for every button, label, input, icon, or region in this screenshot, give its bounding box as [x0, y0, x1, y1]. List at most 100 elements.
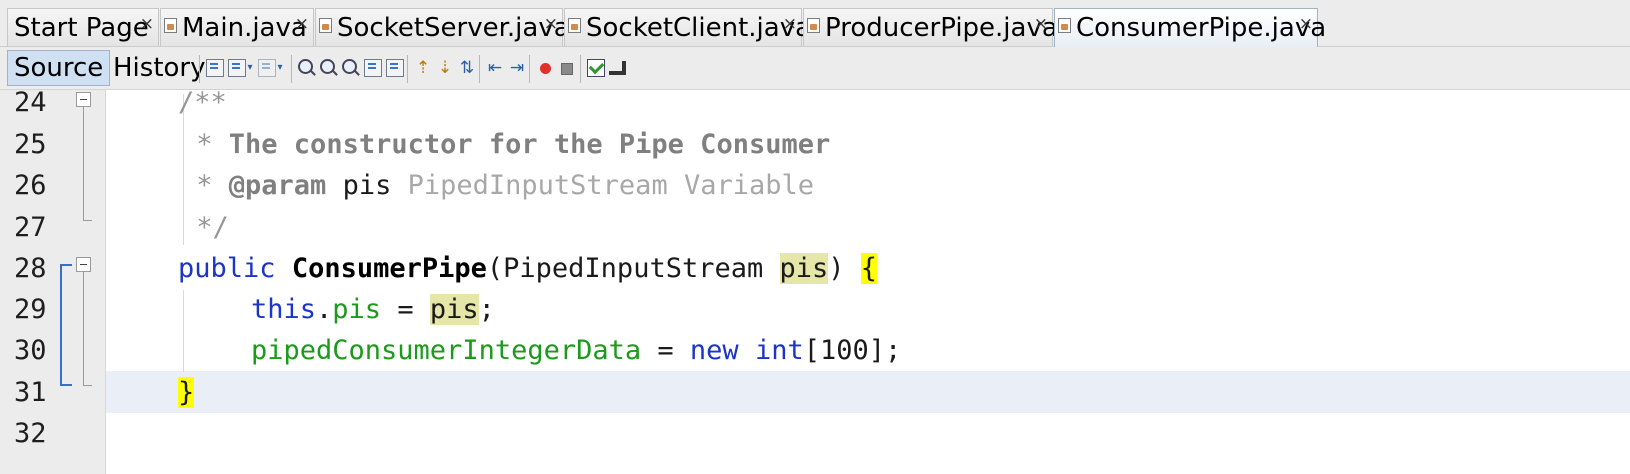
tab-producerpipe-java[interactable]: ProducerPipe.java × [803, 5, 1058, 46]
toolbar-separator [529, 55, 530, 83]
tab-label: SocketServer.java [337, 13, 570, 43]
line-number: 26 [14, 170, 47, 201]
fold-collapse-icon[interactable] [76, 92, 91, 107]
scope-indicator [60, 384, 72, 386]
keyword-int: int [754, 335, 804, 366]
toggle-highlight-icon[interactable] [364, 59, 382, 77]
code-line-28: public ConsumerPipe(PipedInputStream pis… [178, 248, 878, 290]
tab-label: ProducerPipe.java [825, 13, 1058, 43]
assign-op: = [381, 294, 430, 325]
toggle-bookmark-icon[interactable]: ⇅ [458, 59, 476, 77]
find-next-icon[interactable] [342, 59, 357, 74]
tab-socketserver-java[interactable]: SocketServer.java × [315, 5, 570, 46]
diff-sidebar-icon[interactable] [609, 59, 627, 77]
line-number-gutter: 24 25 26 27 28 29 30 31 32 [0, 87, 106, 474]
shift-left-icon[interactable]: ⇤ [486, 59, 504, 77]
parameter-type: (PipedInputStream [486, 253, 780, 284]
toolbar-separator [580, 55, 581, 83]
java-file-icon [1058, 18, 1071, 33]
tab-label: Main.java [182, 13, 307, 43]
code-line-26: * @param pis PipedInputStream Variable [180, 165, 814, 207]
array-size: [100]; [803, 335, 902, 366]
keyword-this: this [251, 294, 317, 325]
line-number: 32 [14, 418, 47, 449]
matching-brace-close: } [178, 377, 195, 408]
line-number: 27 [14, 212, 47, 243]
find-selection-icon[interactable] [298, 59, 313, 74]
stop-macro-recording-icon[interactable] [561, 63, 573, 75]
forward-dropdown-icon[interactable]: ▾ [276, 59, 284, 77]
tab-socketclient-java[interactable]: SocketClient.java × [564, 5, 811, 46]
tab-close-icon[interactable]: × [140, 5, 154, 43]
comment-star: * [180, 129, 229, 160]
forward-icon[interactable] [258, 59, 276, 77]
java-file-icon [319, 18, 332, 33]
code-line-29: this.pis = pis; [251, 289, 495, 331]
back-dropdown-icon[interactable]: ▾ [246, 59, 254, 77]
javadoc-param-name: pis [326, 170, 408, 201]
line-number: 29 [14, 294, 47, 325]
comment-text: */ [180, 212, 229, 243]
start-macro-recording-icon[interactable] [540, 63, 551, 74]
comment-text: The constructor for the Pipe Consumer [228, 129, 831, 160]
code-editor[interactable]: 24 25 26 27 28 29 30 31 32 /** * The con… [0, 87, 1630, 474]
paren-close: ) [828, 253, 861, 284]
scope-indicator [60, 264, 72, 266]
tab-label: SocketClient.java [586, 13, 812, 43]
tab-label: ConsumerPipe.java [1076, 13, 1327, 43]
fold-line [83, 107, 84, 221]
java-file-icon [164, 18, 177, 33]
java-file-icon [568, 18, 581, 33]
dot: . [316, 294, 333, 325]
javadoc-tag: @param [228, 170, 327, 201]
code-line-27: */ [180, 207, 229, 249]
code-line-30: pipedConsumerIntegerData = new int[100]; [251, 330, 901, 372]
current-line-highlight [106, 371, 1630, 413]
code-line-25: * The constructor for the Pipe Consumer [180, 124, 830, 166]
semicolon: ; [478, 294, 495, 325]
indent-guide [183, 290, 184, 372]
scope-indicator [60, 264, 62, 385]
comment-star: * [180, 170, 229, 201]
field-piped-consumer-integer-data: pipedConsumerIntegerData [251, 335, 642, 366]
parameter-name-occurrence: pis [429, 294, 479, 325]
next-bookmark-icon[interactable]: ⇣ [436, 59, 454, 77]
toolbar-separator [199, 55, 200, 83]
keyword-new: new [689, 335, 739, 366]
previous-bookmark-icon[interactable]: ⇡ [414, 59, 432, 77]
code-line-31: } [178, 372, 195, 414]
tab-start-page[interactable]: Start Page × [7, 8, 159, 46]
editor-tab-bar: Start Page × Main.java × SocketServer.ja… [0, 0, 1630, 47]
line-number: 28 [14, 253, 47, 284]
find-previous-icon[interactable] [320, 59, 335, 74]
fold-collapse-icon[interactable] [76, 257, 91, 272]
tab-consumerpipe-java[interactable]: ConsumerPipe.java × [1054, 5, 1326, 47]
tab-main-java[interactable]: Main.java × [160, 8, 314, 46]
tab-close-icon[interactable]: × [783, 5, 797, 43]
shift-right-icon[interactable]: ⇥ [508, 59, 526, 77]
constructor-name: ConsumerPipe [291, 253, 487, 284]
comment-text: /** [178, 87, 227, 118]
tab-close-icon[interactable]: × [1299, 5, 1313, 43]
java-file-icon [807, 18, 820, 33]
tab-close-icon[interactable]: × [295, 5, 309, 43]
check-file-icon[interactable] [587, 59, 605, 77]
tab-label: Start Page [14, 13, 149, 43]
back-icon[interactable] [228, 59, 246, 77]
editor-toolbar: Source History ▾ ▾ ⇡ ⇣ ⇅ ⇤ ⇥ [0, 47, 1630, 90]
source-view-tab[interactable]: Source [7, 50, 111, 86]
javadoc-param-desc: PipedInputStream Variable [407, 170, 814, 201]
line-number: 25 [14, 129, 47, 160]
tab-close-icon[interactable]: × [544, 5, 558, 43]
line-number: 31 [14, 377, 47, 408]
keyword-public: public [178, 253, 276, 284]
history-view-tab[interactable]: History [106, 50, 213, 86]
matching-brace-open: { [860, 253, 878, 284]
last-edit-icon[interactable] [206, 59, 224, 77]
field-pis: pis [332, 294, 382, 325]
toggle-rectangular-selection-icon[interactable] [386, 59, 404, 77]
tab-close-icon[interactable]: × [1034, 5, 1048, 43]
fold-line [83, 272, 84, 386]
